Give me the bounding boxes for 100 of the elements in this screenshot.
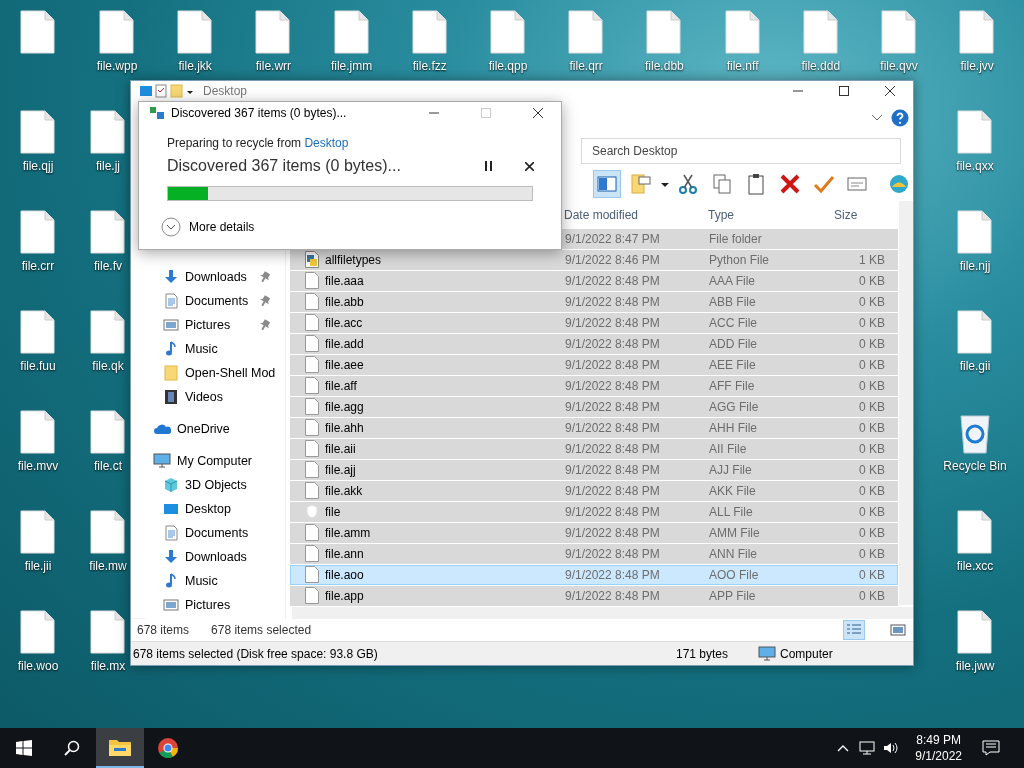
file-icon[interactable]: [99, 10, 135, 54]
pin-icon[interactable]: [259, 271, 271, 283]
file-icon[interactable]: [411, 10, 448, 54]
source-link[interactable]: Desktop: [304, 136, 349, 150]
network-icon[interactable]: [859, 741, 876, 755]
scrollbar[interactable]: [899, 201, 913, 605]
file-row[interactable]: file.abb 9/1/2022 8:48 PM ABB File 0 KB: [290, 291, 898, 312]
nav-item[interactable]: My Computer: [131, 449, 285, 473]
icon-label[interactable]: file.jww: [955, 657, 995, 675]
column-header[interactable]: Size: [828, 205, 886, 224]
nav-item[interactable]: Open-Shell Mod: [131, 361, 285, 385]
icon-label[interactable]: file.wrr: [255, 57, 292, 75]
pin-icon[interactable]: [259, 319, 271, 331]
file-row[interactable]: file.aaa 9/1/2022 8:48 PM AAA File 0 KB: [290, 270, 898, 291]
file-icon[interactable]: [90, 310, 126, 354]
file-icon[interactable]: [957, 310, 993, 354]
icon-label[interactable]: file.woo: [17, 657, 59, 675]
file-explorer-button[interactable]: [96, 728, 144, 768]
chevron-up-icon[interactable]: [837, 744, 850, 752]
icon-label[interactable]: file.fv: [94, 257, 122, 275]
column-header[interactable]: Type: [708, 205, 828, 224]
file-icon[interactable]: [20, 110, 56, 154]
file-icon[interactable]: [255, 10, 292, 54]
file-row[interactable]: file.agg 9/1/2022 8:48 PM AGG File 0 KB: [290, 396, 898, 417]
file-row[interactable]: file.aii 9/1/2022 8:48 PM AII File 0 KB: [290, 438, 898, 459]
icon-label[interactable]: file.mvv: [17, 457, 59, 475]
scrollbar[interactable]: [292, 606, 913, 619]
notification-icon[interactable]: [982, 740, 1000, 756]
file-row[interactable]: allfiletypes 9/1/2022 8:46 PM Python File 1 KB: [290, 249, 898, 270]
file-icon[interactable]: [20, 210, 56, 254]
nav-item[interactable]: Documents: [131, 289, 285, 313]
nav-item[interactable]: Desktop: [131, 497, 285, 521]
file-icon[interactable]: [20, 10, 56, 54]
nav-item[interactable]: Music: [131, 337, 285, 361]
file-row[interactable]: file.add 9/1/2022 8:48 PM ADD File 0 KB: [290, 333, 898, 354]
nav-item[interactable]: Music: [131, 569, 285, 593]
file-icon[interactable]: [90, 210, 126, 254]
file-row[interactable]: file.ahh 9/1/2022 8:48 PM AHH File 0 KB: [290, 417, 898, 438]
icon-label[interactable]: file.jj: [96, 157, 120, 175]
icon-label[interactable]: file.gii: [959, 357, 991, 375]
file-row[interactable]: file.acc 9/1/2022 8:48 PM ACC File 0 KB: [290, 312, 898, 333]
clock-date[interactable]: 9/1/2022: [915, 748, 962, 764]
file-icon[interactable]: [333, 10, 370, 54]
properties-icon[interactable]: [153, 84, 169, 98]
icon-label[interactable]: file.fuu: [20, 357, 56, 375]
file-row[interactable]: file.ann 9/1/2022 8:48 PM ANN File 0 KB: [290, 543, 898, 564]
nav-item[interactable]: OneDrive: [131, 417, 285, 441]
preview-pane-button[interactable]: [593, 170, 621, 198]
icon-label[interactable]: file.wpp: [96, 57, 138, 75]
file-icon[interactable]: [177, 10, 214, 54]
file-icon[interactable]: [20, 510, 56, 554]
column-header[interactable]: Date modified: [564, 205, 708, 224]
nav-item[interactable]: 3D Objects: [131, 473, 285, 497]
nav-item[interactable]: Pictures: [131, 593, 285, 617]
icon-label[interactable]: file.qjj: [22, 157, 54, 175]
file-icon[interactable]: [20, 310, 56, 354]
icon-label[interactable]: file.jii: [24, 557, 52, 575]
volume-icon[interactable]: [883, 741, 900, 755]
file-row[interactable]: file.aoo 9/1/2022 8:48 PM AOO File 0 KB: [290, 564, 898, 585]
file-icon[interactable]: [957, 210, 993, 254]
file-row[interactable]: file.aff 9/1/2022 8:48 PM AFF File 0 KB: [290, 375, 898, 396]
search-field[interactable]: Search Desktop: [581, 138, 901, 164]
file-row[interactable]: file.akk 9/1/2022 8:48 PM AKK File 0 KB: [290, 480, 898, 501]
nav-item[interactable]: Downloads: [131, 545, 285, 569]
icon-label[interactable]: file.mx: [90, 657, 126, 675]
icon-label[interactable]: file.crr: [21, 257, 55, 275]
icon-label[interactable]: Recycle Bin: [943, 457, 1007, 475]
file-row[interactable]: file 9/1/2022 8:48 PM ALL File 0 KB: [290, 501, 898, 522]
file-row[interactable]: file.aee 9/1/2022 8:48 PM AEE File 0 KB: [290, 354, 898, 375]
file-icon[interactable]: [90, 510, 126, 554]
help-icon[interactable]: [891, 109, 909, 127]
file-icon[interactable]: [90, 110, 126, 154]
icon-label[interactable]: file.jmm: [330, 57, 373, 75]
icon-label[interactable]: file.xcc: [956, 557, 994, 575]
icon-label[interactable]: file.mw: [89, 557, 127, 575]
file-row[interactable]: file.app 9/1/2022 8:48 PM APP File 0 KB: [290, 585, 898, 606]
file-icon[interactable]: [959, 10, 996, 54]
file-icon[interactable]: [490, 10, 526, 54]
icon-label[interactable]: file.qk: [92, 357, 124, 375]
file-icon[interactable]: [20, 610, 56, 654]
more-details-button[interactable]: More details: [161, 217, 255, 237]
file-row[interactable]: file.amm 9/1/2022 8:48 PM AMM File 0 KB: [290, 522, 898, 543]
icon-label[interactable]: file.fzz: [412, 57, 447, 75]
icon-label[interactable]: file.jkk: [178, 57, 212, 75]
nav-item[interactable]: Documents: [131, 521, 285, 545]
file-icon[interactable]: [957, 510, 993, 554]
nav-item[interactable]: Videos: [131, 385, 285, 409]
file-row[interactable]: file.ajj 9/1/2022 8:48 PM AJJ File 0 KB: [290, 459, 898, 480]
chevron-down-icon[interactable]: [871, 114, 883, 122]
nav-item[interactable]: Downloads: [131, 265, 285, 289]
file-icon[interactable]: [90, 410, 126, 454]
nav-item[interactable]: Pictures: [131, 313, 285, 337]
clock-time[interactable]: 8:49 PM: [915, 732, 962, 748]
icon-label[interactable]: file.njj: [959, 257, 991, 275]
icon-label[interactable]: file.ct: [94, 457, 122, 475]
file-icon[interactable]: [957, 610, 993, 654]
file-name: file.acc: [325, 314, 363, 332]
file-icon[interactable]: [90, 610, 126, 654]
pin-icon[interactable]: [259, 295, 271, 307]
file-icon[interactable]: [20, 410, 56, 454]
